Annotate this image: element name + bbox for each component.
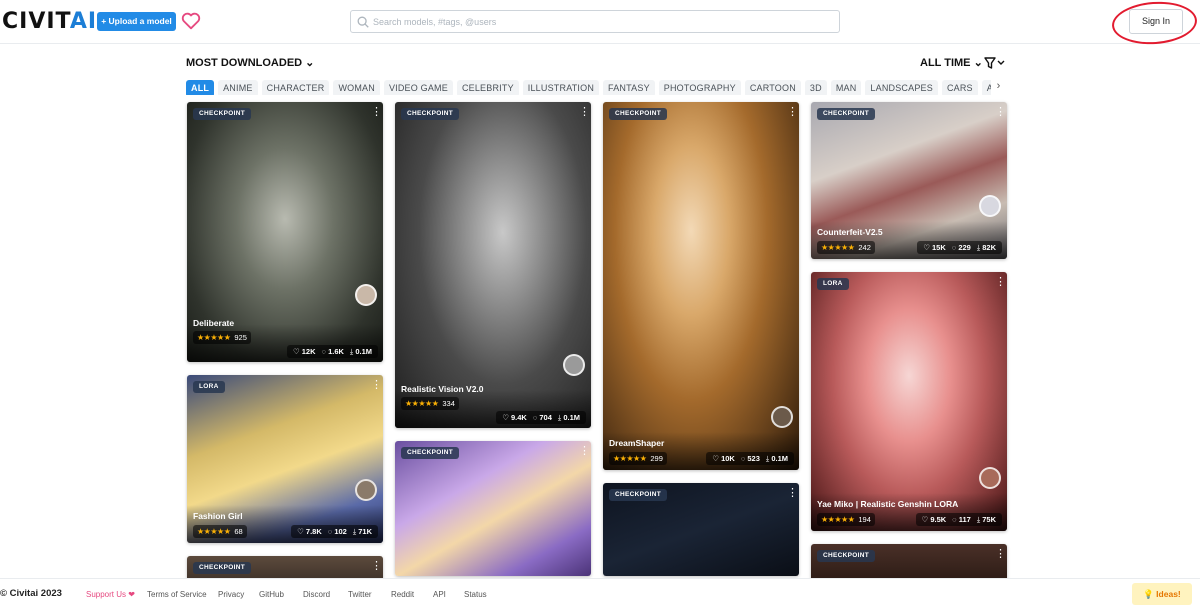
terms-link[interactable]: Terms of Service (147, 590, 207, 599)
model-preview-image (395, 102, 591, 428)
tag-3d[interactable]: 3D (804, 80, 827, 95)
model-rating: ★★★★★ 68 (193, 525, 247, 538)
model-name: Deliberate (193, 318, 235, 328)
creator-avatar[interactable] (979, 467, 1001, 489)
model-type-badge: LORA (193, 381, 225, 393)
sort-dropdown[interactable]: MOST DOWNLOADED ⌄ (186, 56, 314, 69)
status-link[interactable]: Status (464, 590, 487, 599)
tag-filter-bar: ALL ANIME CHARACTER WOMAN VIDEO GAME CELEBRIT… (186, 78, 1006, 95)
model-type-badge: CHECKPOINT (609, 489, 667, 501)
tag-photography[interactable]: PHOTOGRAPHY (658, 80, 741, 95)
tag-woman[interactable]: WOMAN (333, 80, 380, 95)
more-options-icon[interactable]: ⋮ (995, 107, 1006, 122)
more-options-icon[interactable]: ⋮ (995, 549, 1006, 564)
model-stats: ♡ 9.4K ◌ 704 ⤓ 0.1M (496, 411, 586, 424)
model-type-badge: CHECKPOINT (817, 550, 875, 562)
civitai-logo[interactable]: CIVITAI (2, 10, 97, 34)
model-card-deliberate[interactable]: CHECKPOINT ⋮ Deliberate ★★★★★925 ♡ 12K◌ … (187, 102, 383, 362)
creator-avatar[interactable] (979, 195, 1001, 217)
github-link[interactable]: GitHub (259, 590, 284, 599)
upload-model-button[interactable]: + Upload a model (97, 12, 176, 31)
tag-cars[interactable]: CARS (941, 80, 978, 95)
creator-avatar[interactable] (355, 479, 377, 501)
search-icon (357, 16, 369, 28)
model-stats: ♡ 12K ◌ 1.6K ⤓ 0.1M (286, 345, 378, 358)
search-input[interactable] (373, 13, 833, 30)
more-options-icon[interactable]: ⋮ (787, 107, 798, 122)
filter-icon[interactable] (984, 56, 1006, 70)
model-name: DreamShaper (609, 438, 665, 448)
model-card[interactable]: CHECKPOINT ⋮ (603, 483, 799, 576)
model-rating: ★★★★★ 194 (817, 513, 875, 526)
model-rating: ★★★★★ 242 (817, 241, 875, 254)
more-options-icon[interactable]: ⋮ (371, 561, 382, 576)
model-card-yae-miko[interactable]: LORA ⋮ Yae Miko | Realistic Genshin LORA… (811, 272, 1007, 531)
more-options-icon[interactable]: ⋮ (579, 446, 590, 461)
creator-avatar[interactable] (771, 406, 793, 428)
model-type-badge: CHECKPOINT (609, 108, 667, 120)
model-type-badge: CHECKPOINT (401, 447, 459, 459)
discord-link[interactable]: Discord (303, 590, 330, 599)
model-type-badge: CHECKPOINT (817, 108, 875, 120)
model-type-badge: CHECKPOINT (401, 108, 459, 120)
model-rating: ★★★★★ 334 (401, 397, 459, 410)
chevron-right-icon[interactable]: › (991, 78, 1006, 95)
creator-avatar[interactable] (563, 354, 585, 376)
support-us-link[interactable]: Support Us ❤ (86, 590, 135, 599)
tag-all[interactable]: ALL (186, 80, 215, 95)
model-preview-image (603, 102, 799, 470)
model-name: Realistic Vision V2.0 (401, 384, 484, 394)
tag-video-game[interactable]: VIDEO GAME (383, 80, 453, 95)
ideas-button[interactable]: 💡 Ideas! (1132, 583, 1192, 605)
search-bar[interactable] (350, 10, 840, 33)
red-circle-annotation (1110, 0, 1199, 47)
tag-illustration[interactable]: ILLUSTRATION (522, 80, 600, 95)
heart-icon[interactable] (180, 10, 202, 32)
model-stats: ♡ 7.8K ◌ 102 ⤓ 71K (291, 525, 378, 538)
reddit-link[interactable]: Reddit (391, 590, 414, 599)
api-link[interactable]: API (433, 590, 446, 599)
model-name: Counterfeit-V2.5 (817, 227, 883, 237)
more-options-icon[interactable]: ⋮ (579, 107, 590, 122)
more-options-icon[interactable]: ⋮ (371, 380, 382, 395)
model-stats: ♡ 15K ◌ 229 ⤓ 82K (917, 241, 1002, 254)
model-stats: ♡ 9.5K ◌ 117 ⤓ 75K (915, 513, 1002, 526)
tag-cartoon[interactable]: CARTOON (744, 80, 801, 95)
model-name: Yae Miko | Realistic Genshin LORA (817, 499, 959, 509)
model-card-counterfeit[interactable]: CHECKPOINT ⋮ Counterfeit-V2.5 ★★★★★242 ♡… (811, 102, 1007, 259)
more-options-icon[interactable]: ⋮ (787, 488, 798, 503)
model-rating: ★★★★★ 299 (609, 452, 667, 465)
model-rating: ★★★★★ 925 (193, 331, 251, 344)
tag-celebrity[interactable]: CELEBRITY (456, 80, 519, 95)
tag-man[interactable]: MAN (830, 80, 862, 95)
creator-avatar[interactable] (355, 284, 377, 306)
model-preview-image (395, 441, 591, 576)
footer: © Civitai 2023 Support Us ❤ Terms of Ser… (0, 578, 1200, 607)
privacy-link[interactable]: Privacy (218, 590, 244, 599)
period-dropdown[interactable]: ALL TIME ⌄ (920, 56, 983, 69)
model-type-badge: CHECKPOINT (193, 108, 251, 120)
tag-character[interactable]: CHARACTER (261, 80, 330, 95)
model-card-realistic-vision[interactable]: CHECKPOINT ⋮ Realistic Vision V2.0 ★★★★★… (395, 102, 591, 428)
top-header: CIVITAI + Upload a model Sign In (0, 0, 1200, 47)
model-type-badge: LORA (817, 278, 849, 290)
model-stats: ♡ 10K ◌ 523 ⤓ 0.1M (706, 452, 794, 465)
more-options-icon[interactable]: ⋮ (371, 107, 382, 122)
more-options-icon[interactable]: ⋮ (995, 277, 1006, 292)
model-card[interactable]: CHECKPOINT ⋮ (395, 441, 591, 576)
model-card-dreamshaper[interactable]: CHECKPOINT ⋮ DreamShaper ★★★★★299 ♡ 10K◌… (603, 102, 799, 470)
twitter-link[interactable]: Twitter (348, 590, 372, 599)
tag-anime[interactable]: ANIME (218, 80, 258, 95)
tag-landscapes[interactable]: LANDSCAPES (865, 80, 938, 95)
model-type-badge: CHECKPOINT (193, 562, 251, 574)
copyright: © Civitai 2023 (0, 588, 62, 599)
model-name: Fashion Girl (193, 511, 243, 521)
model-card-fashion-girl[interactable]: LORA ⋮ Fashion Girl ★★★★★68 ♡ 7.8K◌ 102⤓… (187, 375, 383, 543)
tag-fantasy[interactable]: FANTASY (603, 80, 655, 95)
